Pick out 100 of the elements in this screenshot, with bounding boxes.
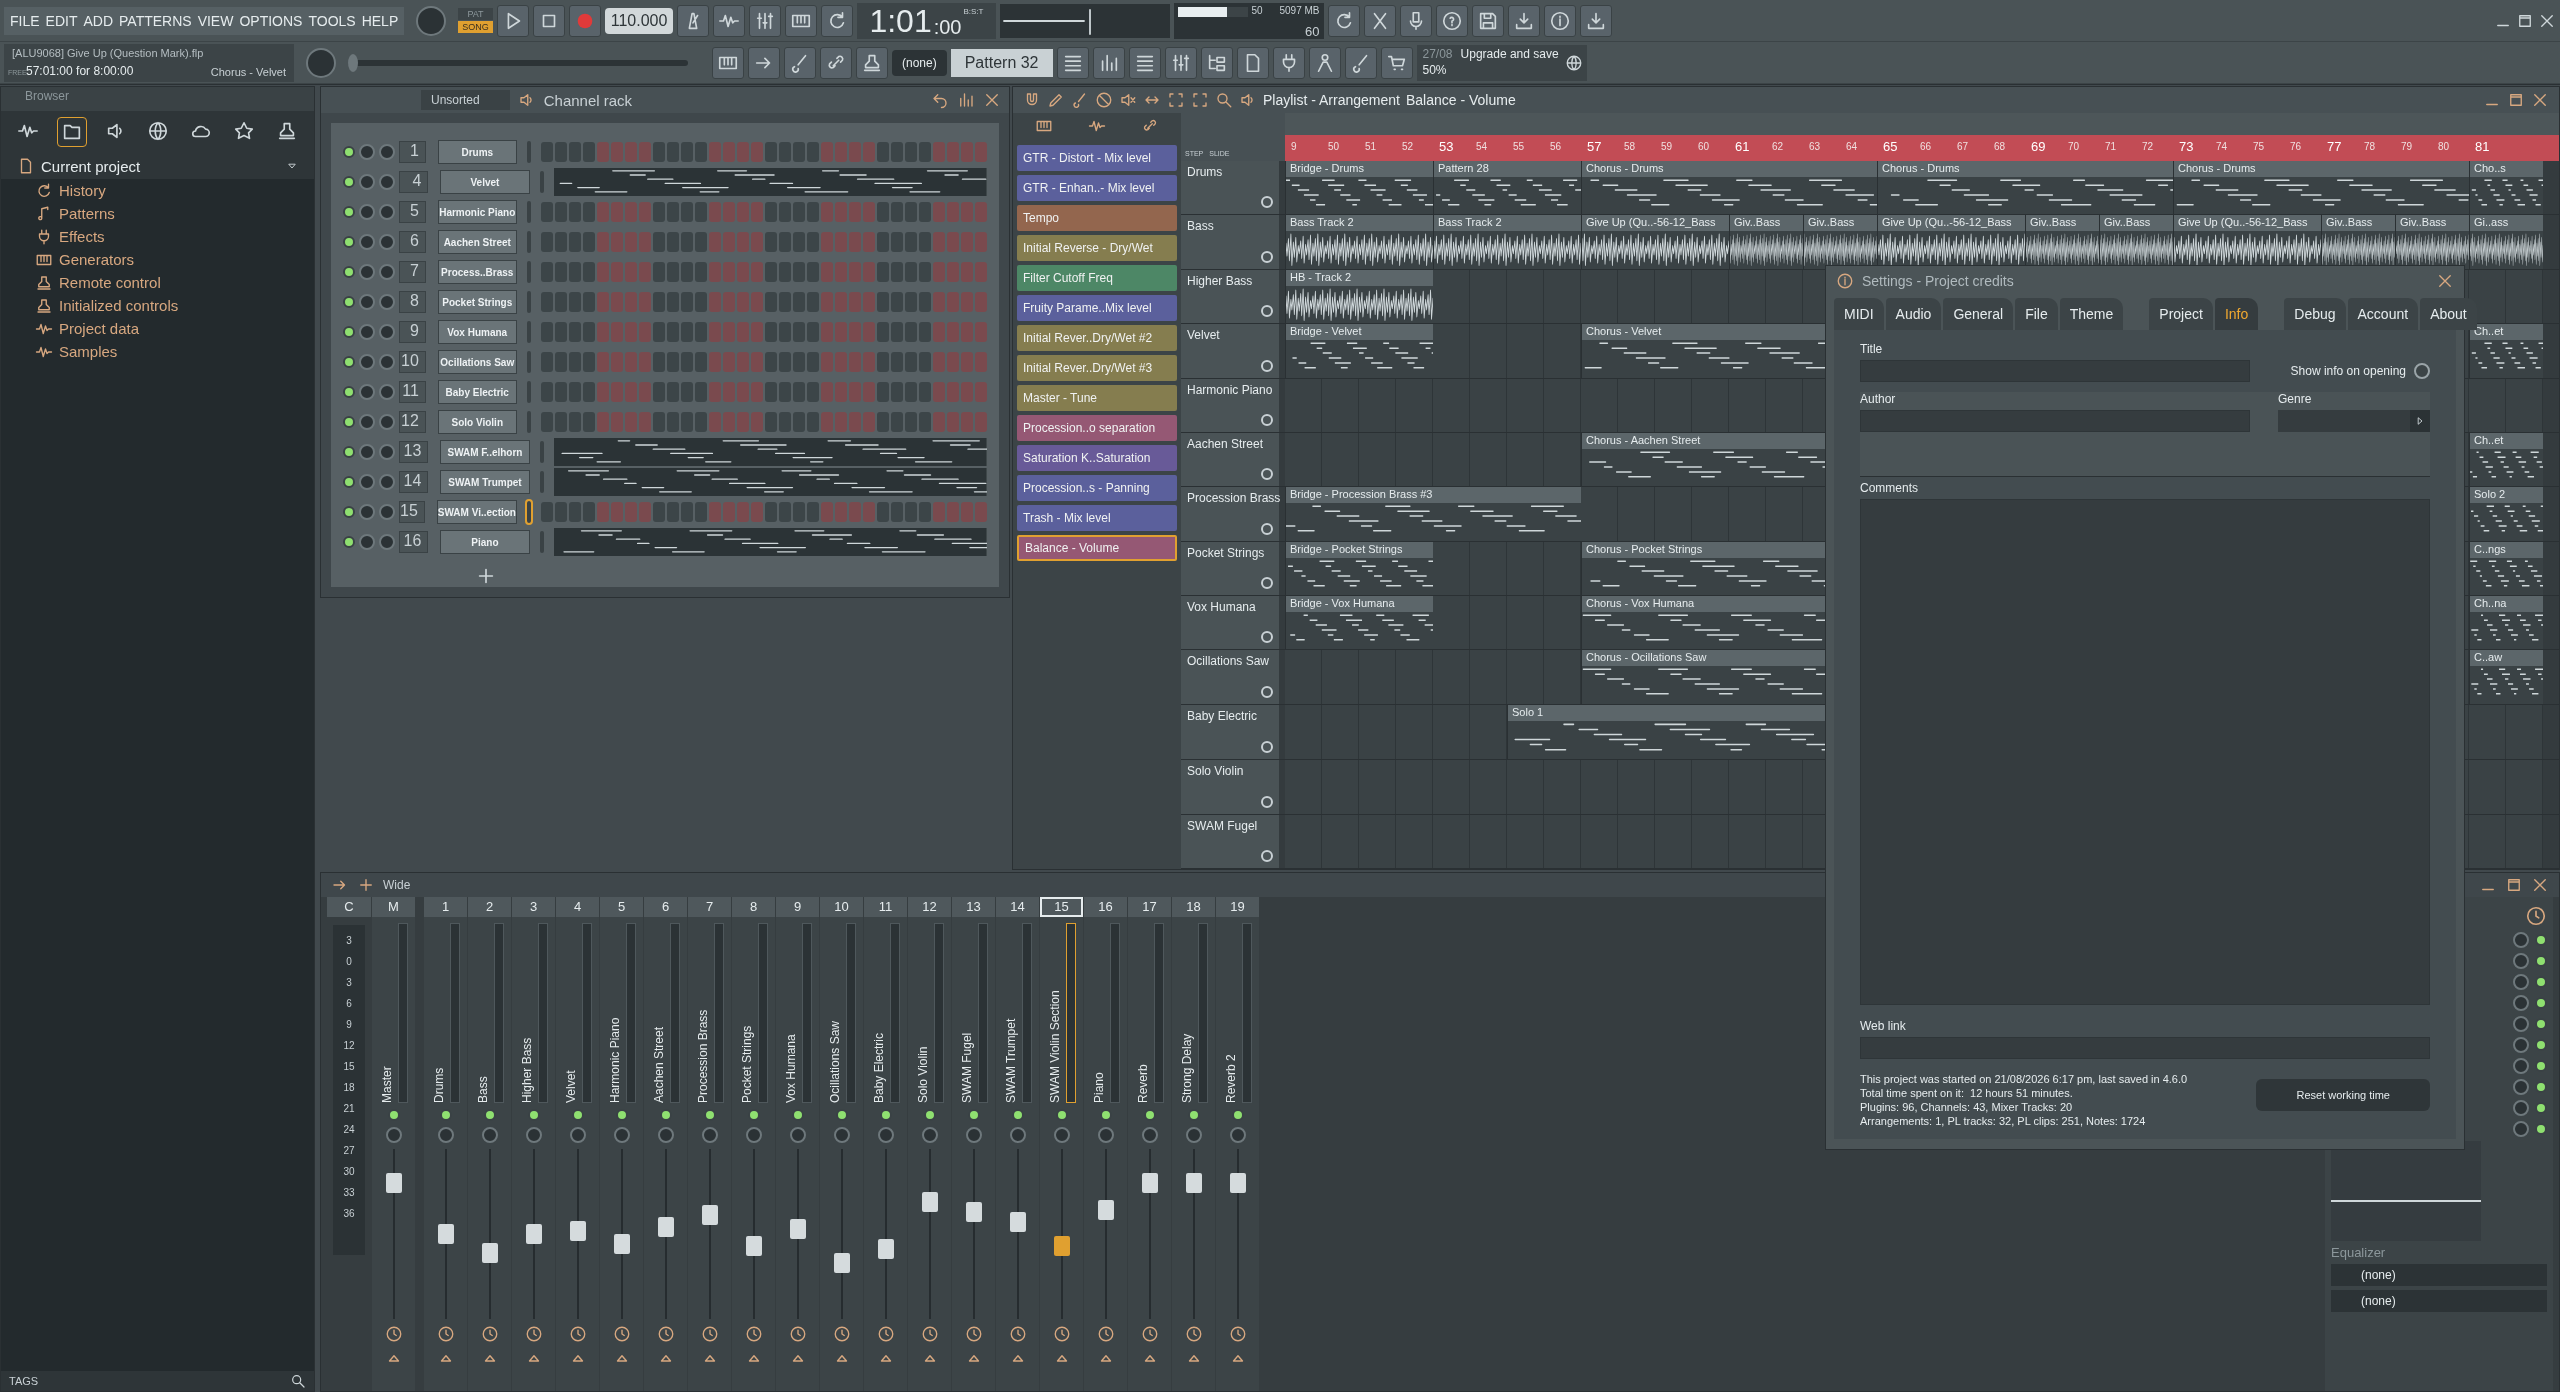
track-name: SWAM Fugel bbox=[1187, 818, 1258, 833]
memory-value: 5097 MB bbox=[1279, 4, 1320, 16]
clip-label: Bridge - Vox Humana bbox=[1286, 596, 1433, 612]
bar-number: 73 bbox=[2178, 138, 2195, 156]
clip-label: Chorus - Drums bbox=[1582, 161, 1877, 177]
bar-number: 70 bbox=[2067, 140, 2081, 154]
track-name: Velvet bbox=[1187, 328, 1220, 343]
scale-label: 18 bbox=[343, 1082, 355, 1093]
track-name: Master bbox=[379, 1065, 394, 1103]
clip-label: C..aw bbox=[2470, 650, 2543, 667]
track-name: Aachen Street bbox=[1187, 436, 1264, 451]
bar-number: 71 bbox=[2104, 140, 2118, 154]
clip-label: Give Up (Qu..-56-12_Bass bbox=[1878, 215, 2025, 232]
bar-number: 52 bbox=[1401, 140, 1415, 154]
field-label: Author bbox=[1860, 392, 1896, 406]
track-name: Ocillations Saw bbox=[1187, 654, 1270, 669]
bar-number: 76 bbox=[2289, 140, 2303, 154]
bar-number: 66 bbox=[1919, 140, 1933, 154]
option-label: Show info on opening bbox=[2290, 364, 2406, 378]
scale-label: 27 bbox=[343, 1145, 355, 1156]
scale-label: 0 bbox=[346, 956, 352, 967]
window-title: Channel rack bbox=[543, 91, 633, 109]
bar-number: 67 bbox=[1956, 140, 1970, 154]
bar-number: 79 bbox=[2400, 140, 2414, 154]
project-stat: This project was started on 21/08/2026 6:17 pm, last saved in 4.6.0 bbox=[1860, 1073, 2188, 1085]
track-name: Ocillations Saw bbox=[827, 1019, 842, 1103]
effect-name: Equalizer bbox=[2331, 1245, 2386, 1260]
bar-number: 68 bbox=[1993, 140, 2007, 154]
clip-label: Chorus - Drums bbox=[1878, 161, 2173, 177]
clip-label: Gi..ass bbox=[2470, 215, 2543, 232]
news-detail: 50% bbox=[1422, 62, 1448, 79]
project-file-name: [ALU9068] Give Up (Question Mark).flp bbox=[12, 46, 204, 59]
track-name: Bass bbox=[475, 1075, 490, 1103]
track-name: SWAM Violin Section bbox=[1047, 989, 1062, 1103]
bar-number: 9 bbox=[1290, 140, 1298, 154]
song-position: 57:01:00 for 8:00:00 bbox=[26, 63, 134, 78]
clip-label: Giv..Bass bbox=[2396, 215, 2469, 232]
scale-label: 30 bbox=[343, 1166, 355, 1177]
scale-label: 9 bbox=[346, 1019, 352, 1030]
field-label: Genre bbox=[2278, 392, 2312, 406]
scale-label: 12 bbox=[343, 1040, 355, 1051]
tags-label: TAGS bbox=[9, 1375, 39, 1387]
track-name: Higher Bass bbox=[519, 1036, 534, 1103]
bar-number: 75 bbox=[2252, 140, 2266, 154]
time-unit: B:S:T bbox=[963, 6, 984, 16]
track-name: Piano bbox=[1091, 1071, 1106, 1103]
clip-label: Bridge - Velvet bbox=[1286, 324, 1433, 341]
clip-label: Giv..Bass bbox=[1804, 215, 1877, 232]
track-name: Reverb 2 bbox=[1223, 1053, 1238, 1103]
track-name: SWAM Fugel bbox=[959, 1031, 974, 1103]
clip-label: Give Up (Qu..-56-12_Bass bbox=[1582, 215, 1729, 232]
track-name: Pocket Strings bbox=[1187, 545, 1265, 560]
scale-label: 21 bbox=[343, 1103, 355, 1114]
time-ticks: :00 bbox=[933, 15, 962, 39]
bar-number: 50 bbox=[1327, 140, 1341, 154]
track-name: Solo Violin bbox=[1187, 764, 1244, 779]
bar-number: 56 bbox=[1549, 140, 1563, 154]
clip-label: Giv..Bass bbox=[2026, 215, 2099, 232]
clip-label: Solo 2 bbox=[2470, 487, 2543, 504]
time-value: 1:01 bbox=[869, 2, 932, 39]
dialog-title: Settings - Project credits bbox=[1862, 273, 2014, 289]
clip-label: Give Up (Qu..-56-12_Bass bbox=[2174, 215, 2321, 232]
bar-number: 65 bbox=[1882, 138, 1899, 156]
bar-number: 59 bbox=[1660, 140, 1674, 154]
clip-label: Bass Track 2 bbox=[1434, 215, 1581, 232]
track-name: Solo Violin bbox=[915, 1045, 930, 1103]
clip-label: Bridge - Procession Brass #3 bbox=[1286, 487, 1581, 504]
track-name: Procession Brass bbox=[695, 1008, 710, 1103]
bar-number: 69 bbox=[2030, 138, 2047, 156]
project-stat: Total time spent on it: 12 hours 51 minutes. bbox=[1860, 1087, 2074, 1099]
scale-label: 3 bbox=[346, 977, 352, 988]
track-name: Bass bbox=[1187, 219, 1214, 234]
bar-number: 63 bbox=[1808, 140, 1822, 154]
bar-number: 57 bbox=[1586, 138, 1603, 156]
news-text: Upgrade and save bbox=[1460, 46, 1559, 63]
scale-label: 33 bbox=[343, 1187, 355, 1198]
bar-number: 77 bbox=[2326, 138, 2343, 156]
track-name: Vox Humana bbox=[783, 1033, 798, 1103]
bar-number: 64 bbox=[1845, 140, 1859, 154]
project-stat: Plugins: 96, Channels: 43, Mixer Tracks: 20 bbox=[1860, 1101, 2074, 1113]
track-name: SWAM Trumpet bbox=[1003, 1017, 1018, 1103]
clip-label: Cho..s bbox=[2470, 161, 2543, 177]
scale-label: 15 bbox=[343, 1061, 355, 1072]
bar-number: 55 bbox=[1512, 140, 1526, 154]
bar-number: 54 bbox=[1475, 140, 1489, 154]
bar-number: 58 bbox=[1623, 140, 1637, 154]
bar-number: 60 bbox=[1697, 140, 1711, 154]
bar-number: 80 bbox=[2437, 140, 2451, 154]
track-name: Drums bbox=[1187, 165, 1223, 179]
track-name: Aachen Street bbox=[651, 1025, 666, 1103]
bar-number: 74 bbox=[2215, 140, 2229, 154]
clip-label: Pattern 28 bbox=[1434, 161, 1581, 177]
polyphony-value: 60 bbox=[1305, 23, 1320, 39]
bar-number: 53 bbox=[1438, 138, 1455, 156]
clip-label: Giv..Bass bbox=[2100, 215, 2173, 232]
clip-label: Giv..Bass bbox=[2322, 215, 2395, 232]
clip-label: Bridge - Drums bbox=[1286, 161, 1433, 177]
column-header: C bbox=[327, 897, 371, 917]
track-name: Vox Humana bbox=[1187, 600, 1256, 614]
scale-label: 36 bbox=[343, 1208, 355, 1219]
